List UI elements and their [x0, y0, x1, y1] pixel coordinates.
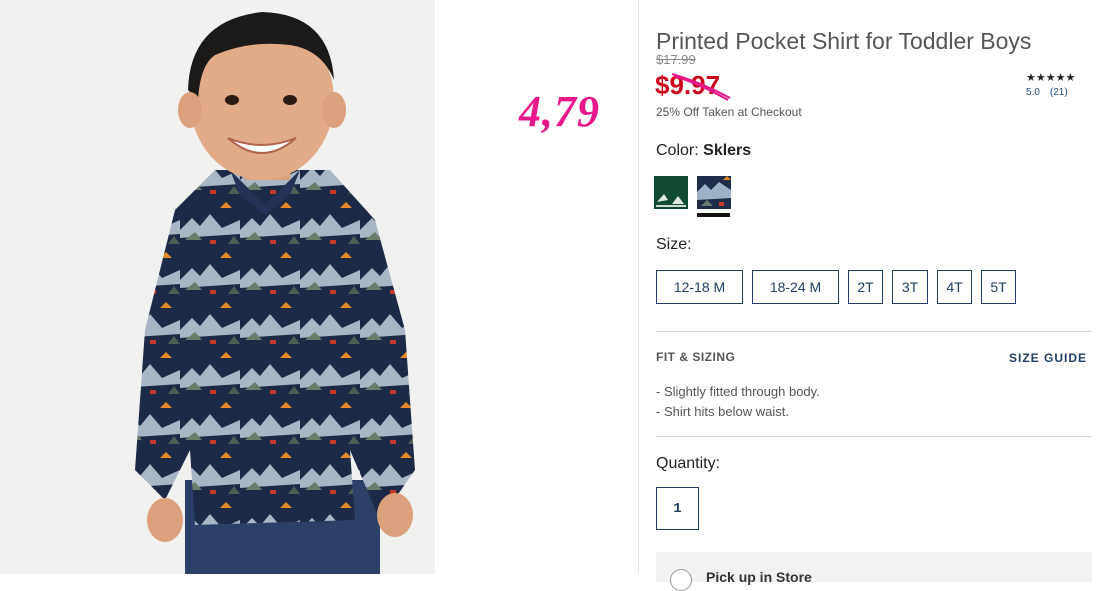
- color-selector-label: Color: Sklers: [656, 142, 751, 160]
- original-price: $17.99: [656, 52, 696, 67]
- fit-detail-item: - Shirt hits below waist.: [656, 404, 789, 419]
- quantity-input[interactable]: 1: [656, 487, 699, 530]
- size-option-5t[interactable]: 5T: [981, 270, 1016, 304]
- handwritten-price-annotation: 4,79: [519, 87, 600, 136]
- star-rating-icon: ★★★★★: [1026, 72, 1076, 84]
- pickup-radio[interactable]: [670, 569, 692, 591]
- size-option-18-24m[interactable]: 18-24 M: [752, 270, 839, 304]
- size-option-2t[interactable]: 2T: [848, 270, 883, 304]
- handwritten-strike-mark: [671, 73, 731, 101]
- promo-text: 25% Off Taken at Checkout: [656, 105, 802, 119]
- quantity-label: Quantity:: [656, 455, 721, 472]
- rating-summary: 5.0 (21): [1026, 87, 1075, 98]
- vertical-divider: [638, 0, 639, 574]
- product-photo: [0, 0, 435, 574]
- color-swatch-sklers[interactable]: [697, 176, 731, 209]
- section-divider: [656, 331, 1092, 332]
- review-count-link[interactable]: (21): [1050, 87, 1068, 98]
- print-swatch-icon: [697, 176, 731, 209]
- product-title: Printed Pocket Shirt for Toddler Boys: [656, 28, 1032, 55]
- fit-sizing-heading: FIT & SIZING: [656, 350, 736, 364]
- size-option-12-18m[interactable]: 12-18 M: [656, 270, 743, 304]
- color-swatch-green[interactable]: [654, 176, 688, 209]
- size-option-4t[interactable]: 4T: [937, 270, 972, 304]
- fit-detail-item: - Slightly fitted through body.: [656, 384, 820, 399]
- selected-swatch-indicator: [697, 213, 730, 217]
- pickup-label: Pick up in Store: [706, 569, 812, 585]
- section-divider: [656, 436, 1092, 437]
- green-swatch-icon: [654, 176, 688, 209]
- toddler-shirt-photo: [135, 12, 415, 574]
- pickup-in-store-option[interactable]: Pick up in Store: [656, 552, 1092, 591]
- selected-color-name: Sklers: [703, 142, 752, 159]
- size-option-3t[interactable]: 3T: [892, 270, 928, 304]
- rating-score: 5.0: [1026, 87, 1040, 98]
- fit-details-list: - Slightly fitted through body. - Shirt …: [656, 382, 820, 422]
- color-label: Color:: [656, 142, 699, 159]
- rating-widget[interactable]: ★★★★★ 5.0 (21): [1026, 72, 1075, 98]
- size-guide-link[interactable]: SIZE GUIDE: [1009, 351, 1087, 365]
- size-label: Size:: [656, 236, 692, 253]
